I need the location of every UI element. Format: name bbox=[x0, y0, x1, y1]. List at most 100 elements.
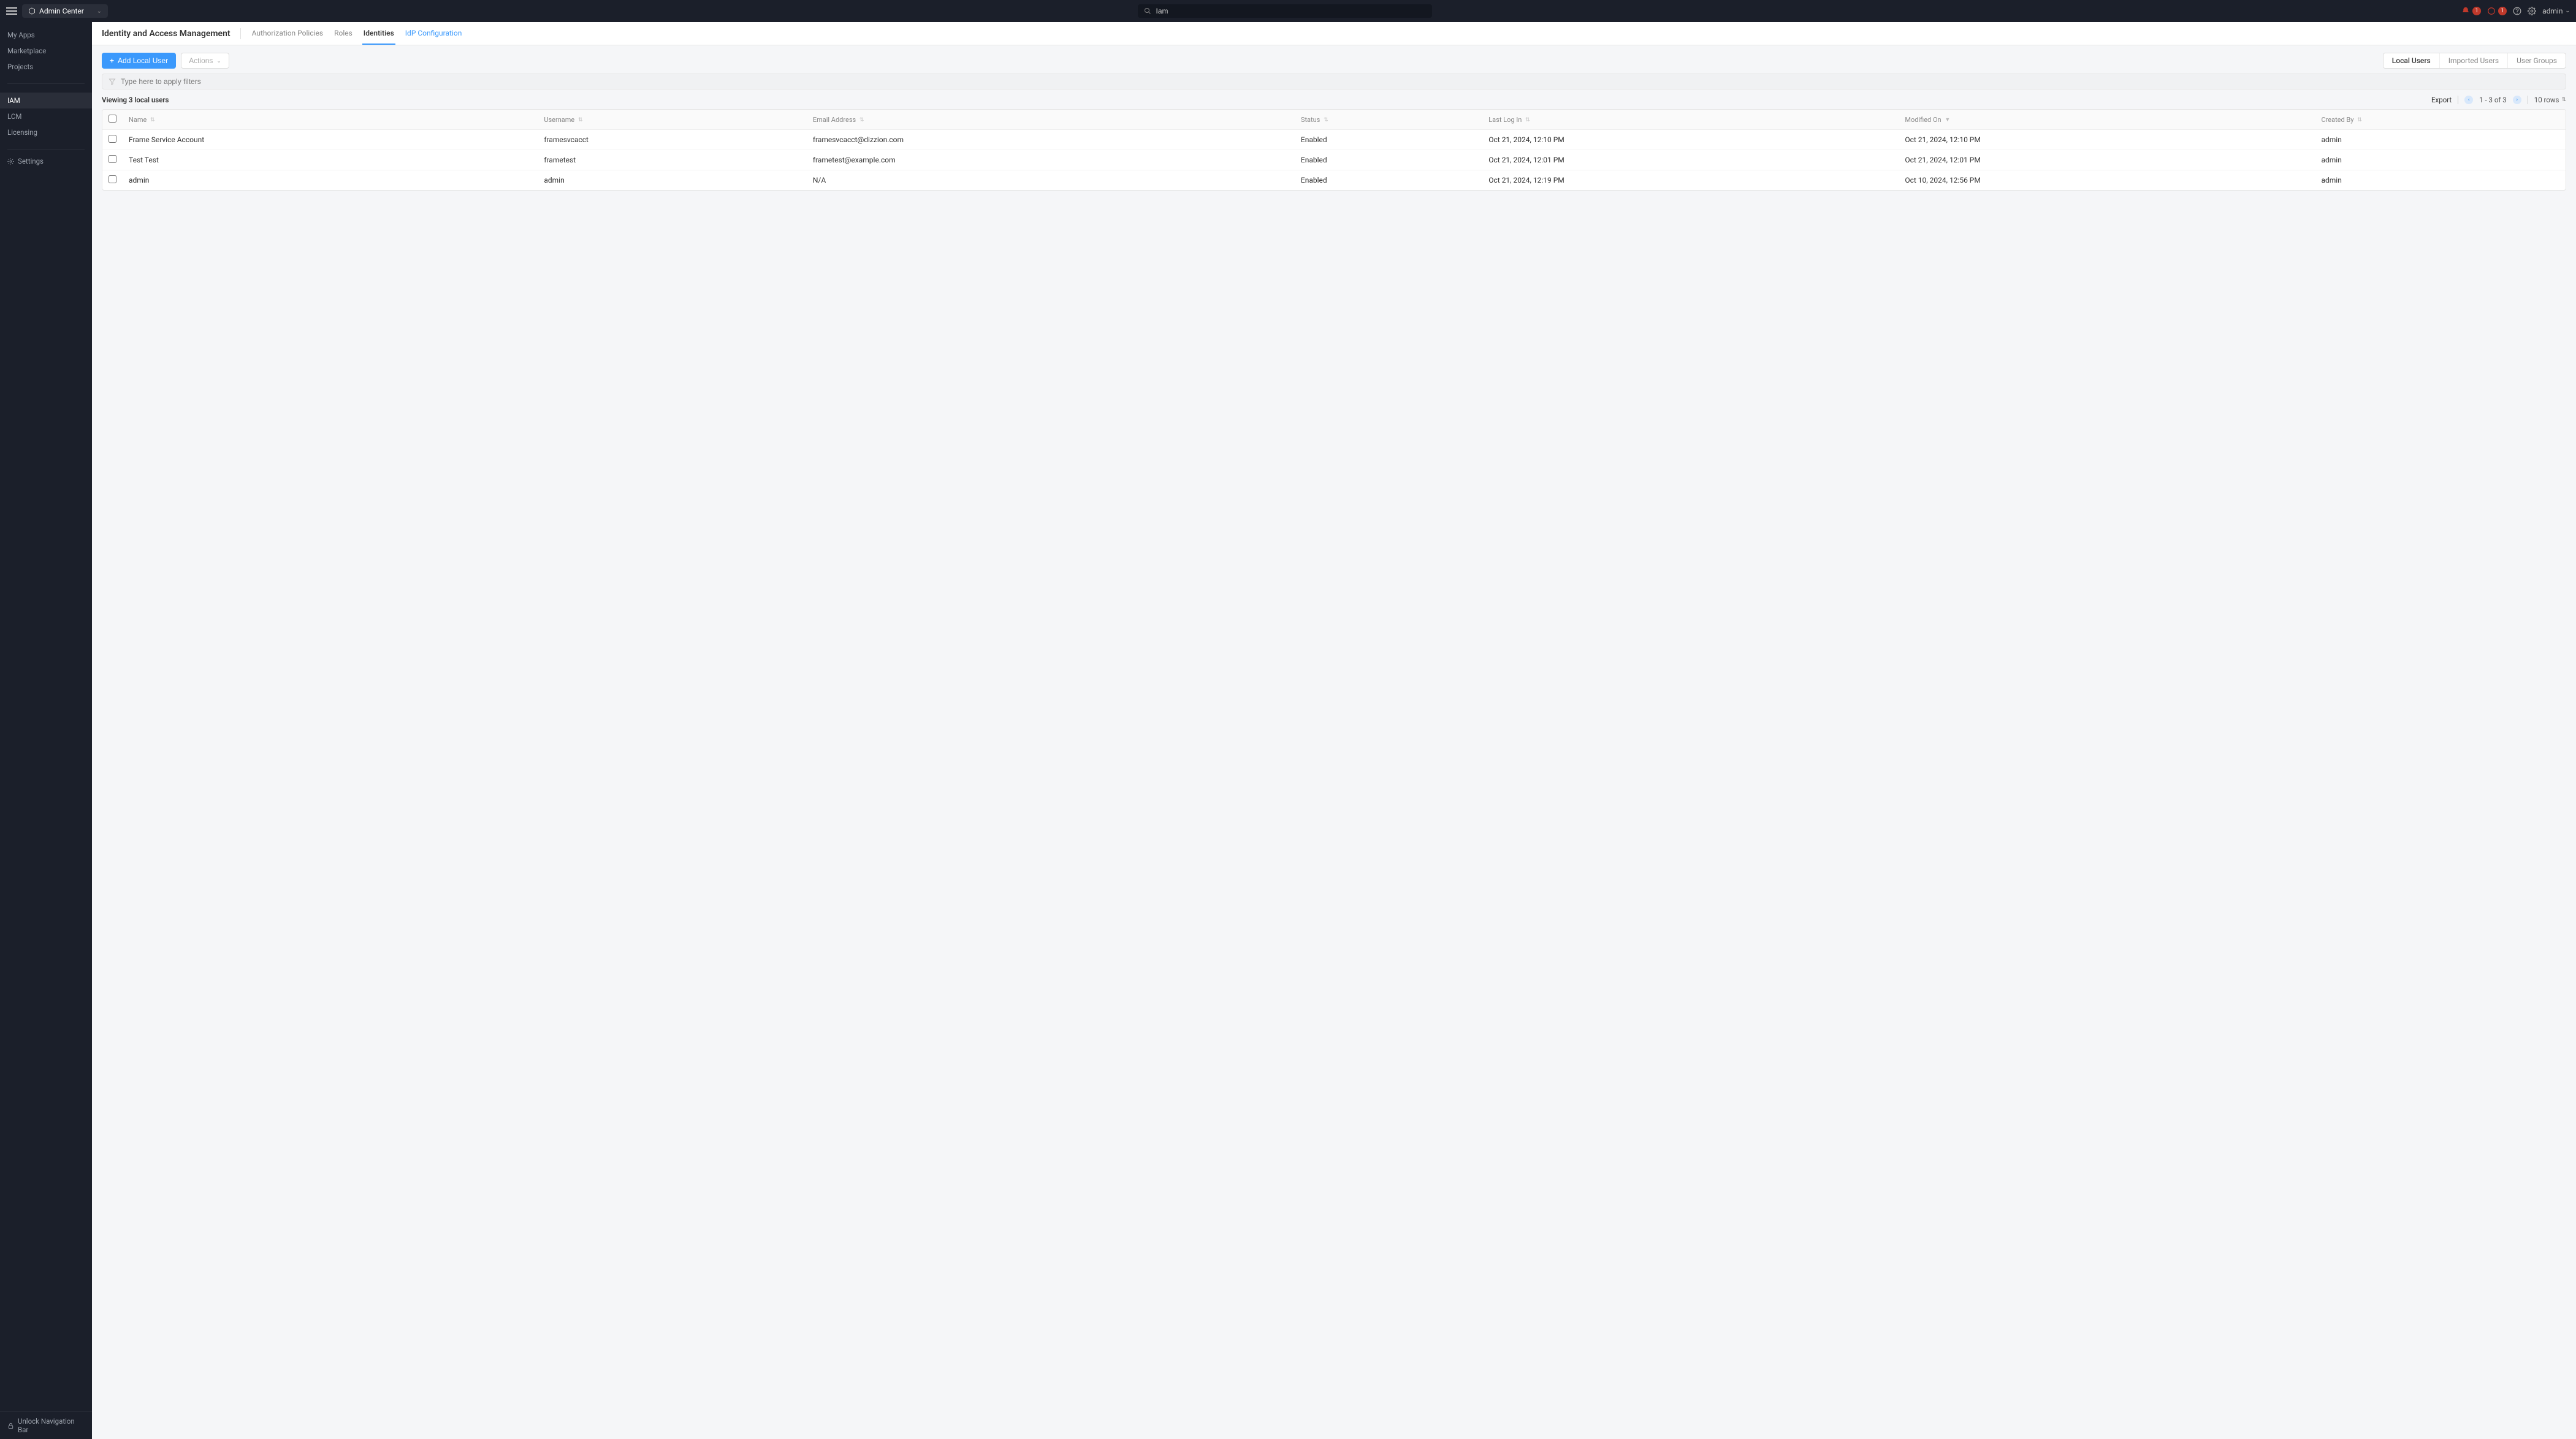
sidebar-item-my-apps[interactable]: My Apps bbox=[0, 27, 92, 43]
app-switcher-label: Admin Center bbox=[39, 7, 93, 15]
search-icon bbox=[1144, 7, 1151, 15]
row-checkbox[interactable] bbox=[109, 175, 116, 183]
sidebar-item-licensing[interactable]: Licensing bbox=[0, 124, 92, 140]
actions-dropdown[interactable]: Actions ⌄ bbox=[181, 53, 229, 69]
col-header-modified-on[interactable]: Modified On ▼ bbox=[1899, 110, 2315, 130]
col-header-username[interactable]: Username ⇅ bbox=[538, 110, 806, 130]
seg-tab-user-groups[interactable]: User Groups bbox=[2507, 53, 2566, 68]
seg-tab-imported-users[interactable]: Imported Users bbox=[2439, 53, 2507, 68]
cell-username: frametest bbox=[538, 150, 806, 170]
col-header-email-address[interactable]: Email Address ⇅ bbox=[807, 110, 1295, 130]
sidebar-item-lcm[interactable]: LCM bbox=[0, 108, 92, 124]
export-button[interactable]: Export bbox=[2431, 96, 2452, 104]
sidebar-item-marketplace[interactable]: Marketplace bbox=[0, 43, 92, 59]
cell-last-login: Oct 21, 2024, 12:10 PM bbox=[1482, 130, 1899, 150]
tab-authorization-policies[interactable]: Authorization Policies bbox=[251, 22, 324, 45]
rows-per-page-label: 10 rows bbox=[2534, 96, 2559, 104]
bell-icon bbox=[2461, 7, 2470, 15]
table-row[interactable]: Test Testframetestframetest@example.comE… bbox=[102, 150, 2566, 170]
sort-icon: ⇅ bbox=[2357, 117, 2362, 123]
col-header-name[interactable]: Name ⇅ bbox=[123, 110, 538, 130]
add-local-user-button[interactable]: + Add Local User bbox=[102, 53, 176, 69]
cell-username: framesvcacct bbox=[538, 130, 806, 150]
help-button[interactable] bbox=[2513, 7, 2521, 15]
tab-identities[interactable]: Identities bbox=[362, 22, 395, 45]
users-table: Name ⇅Username ⇅Email Address ⇅Status ⇅L… bbox=[102, 109, 2566, 191]
actions-label: Actions bbox=[189, 56, 213, 65]
sort-icon: ▼ bbox=[1945, 117, 1950, 123]
table-row[interactable]: adminadminN/AEnabledOct 21, 2024, 12:19 … bbox=[102, 170, 2566, 191]
chevron-down-icon: ⌄ bbox=[97, 8, 102, 15]
page-title: Identity and Access Management bbox=[102, 29, 231, 39]
filter-icon bbox=[109, 78, 116, 85]
sort-icon: ⇅ bbox=[1324, 117, 1328, 123]
row-checkbox[interactable] bbox=[109, 135, 116, 143]
tab-idp-configuration[interactable]: IdP Configuration bbox=[404, 22, 463, 45]
hamburger-menu-icon[interactable] bbox=[6, 6, 17, 17]
sidebar-settings[interactable]: Settings bbox=[0, 153, 92, 169]
settings-button[interactable] bbox=[2528, 7, 2536, 15]
toolbar: + Add Local User Actions ⌄ Local UsersIm… bbox=[92, 45, 2576, 74]
alerts-badge: 1 bbox=[2498, 7, 2507, 15]
cell-created-by: admin bbox=[2315, 170, 2566, 191]
seg-tab-local-users[interactable]: Local Users bbox=[2384, 53, 2439, 68]
app-switcher[interactable]: Admin Center ⌄ bbox=[22, 4, 108, 18]
notifications-badge: 1 bbox=[2472, 7, 2481, 15]
add-local-user-label: Add Local User bbox=[118, 56, 168, 65]
col-header-status[interactable]: Status ⇅ bbox=[1295, 110, 1482, 130]
chevron-down-icon: ⌄ bbox=[216, 58, 221, 64]
pager-range-label: 1 - 3 of 3 bbox=[2479, 96, 2507, 104]
cell-status: Enabled bbox=[1295, 150, 1482, 170]
sort-icon: ⇅ bbox=[2561, 97, 2566, 103]
global-search[interactable] bbox=[1138, 4, 1432, 18]
viewing-count-label: Viewing 3 local users bbox=[102, 96, 169, 104]
cell-email: framesvcacct@dizzion.com bbox=[807, 130, 1295, 150]
sort-icon: ⇅ bbox=[578, 117, 583, 123]
table-row[interactable]: Frame Service Accountframesvcacctframesv… bbox=[102, 130, 2566, 150]
pager-prev-button[interactable]: ‹ bbox=[2464, 96, 2473, 104]
cell-status: Enabled bbox=[1295, 130, 1482, 150]
global-search-input[interactable] bbox=[1156, 7, 1426, 15]
pager-next-button[interactable]: › bbox=[2513, 96, 2521, 104]
sort-icon: ⇅ bbox=[859, 117, 864, 123]
cell-last-login: Oct 21, 2024, 12:01 PM bbox=[1482, 150, 1899, 170]
select-all-checkbox[interactable] bbox=[109, 115, 116, 123]
identity-type-tabs: Local UsersImported UsersUser Groups bbox=[2383, 53, 2566, 69]
gear-icon bbox=[7, 158, 14, 165]
user-menu-label: admin bbox=[2542, 7, 2563, 15]
unlock-nav-label: Unlock Navigation Bar bbox=[18, 1417, 85, 1434]
sidebar-item-iam[interactable]: IAM bbox=[0, 93, 92, 108]
cell-email: N/A bbox=[807, 170, 1295, 191]
row-checkbox[interactable] bbox=[109, 155, 116, 163]
help-icon bbox=[2513, 7, 2521, 15]
filter-input[interactable] bbox=[121, 77, 2559, 86]
notifications-button[interactable]: 1 bbox=[2461, 7, 2481, 15]
cell-name: Test Test bbox=[123, 150, 538, 170]
hexagon-icon bbox=[28, 7, 36, 15]
filter-bar[interactable] bbox=[102, 74, 2566, 89]
sidebar-divider bbox=[7, 149, 85, 150]
user-menu[interactable]: admin ⌄ bbox=[2542, 7, 2570, 15]
tab-roles[interactable]: Roles bbox=[333, 22, 354, 45]
chevron-down-icon: ⌄ bbox=[2565, 8, 2570, 14]
sidebar-item-projects[interactable]: Projects bbox=[0, 59, 92, 75]
cell-username: admin bbox=[538, 170, 806, 191]
unlock-nav-button[interactable]: Unlock Navigation Bar bbox=[0, 1411, 92, 1439]
lock-icon bbox=[7, 1422, 14, 1429]
cell-name: Frame Service Account bbox=[123, 130, 538, 150]
rows-per-page-select[interactable]: 10 rows ⇅ bbox=[2534, 96, 2566, 104]
sidebar: My AppsMarketplaceProjects IAMLCMLicensi… bbox=[0, 22, 92, 1439]
plus-icon: + bbox=[110, 56, 114, 65]
col-header-last-log-in[interactable]: Last Log In ⇅ bbox=[1482, 110, 1899, 130]
select-all-header bbox=[102, 110, 123, 130]
status-row: Viewing 3 local users Export ‹ 1 - 3 of … bbox=[92, 94, 2576, 109]
cell-created-by: admin bbox=[2315, 130, 2566, 150]
cell-modified: Oct 21, 2024, 12:10 PM bbox=[1899, 130, 2315, 150]
header-divider bbox=[240, 28, 241, 39]
col-header-created-by[interactable]: Created By ⇅ bbox=[2315, 110, 2566, 130]
cell-status: Enabled bbox=[1295, 170, 1482, 191]
cell-email: frametest@example.com bbox=[807, 150, 1295, 170]
cell-last-login: Oct 21, 2024, 12:19 PM bbox=[1482, 170, 1899, 191]
sort-icon: ⇅ bbox=[1525, 117, 1530, 123]
alerts-button[interactable]: 1 bbox=[2487, 7, 2507, 15]
